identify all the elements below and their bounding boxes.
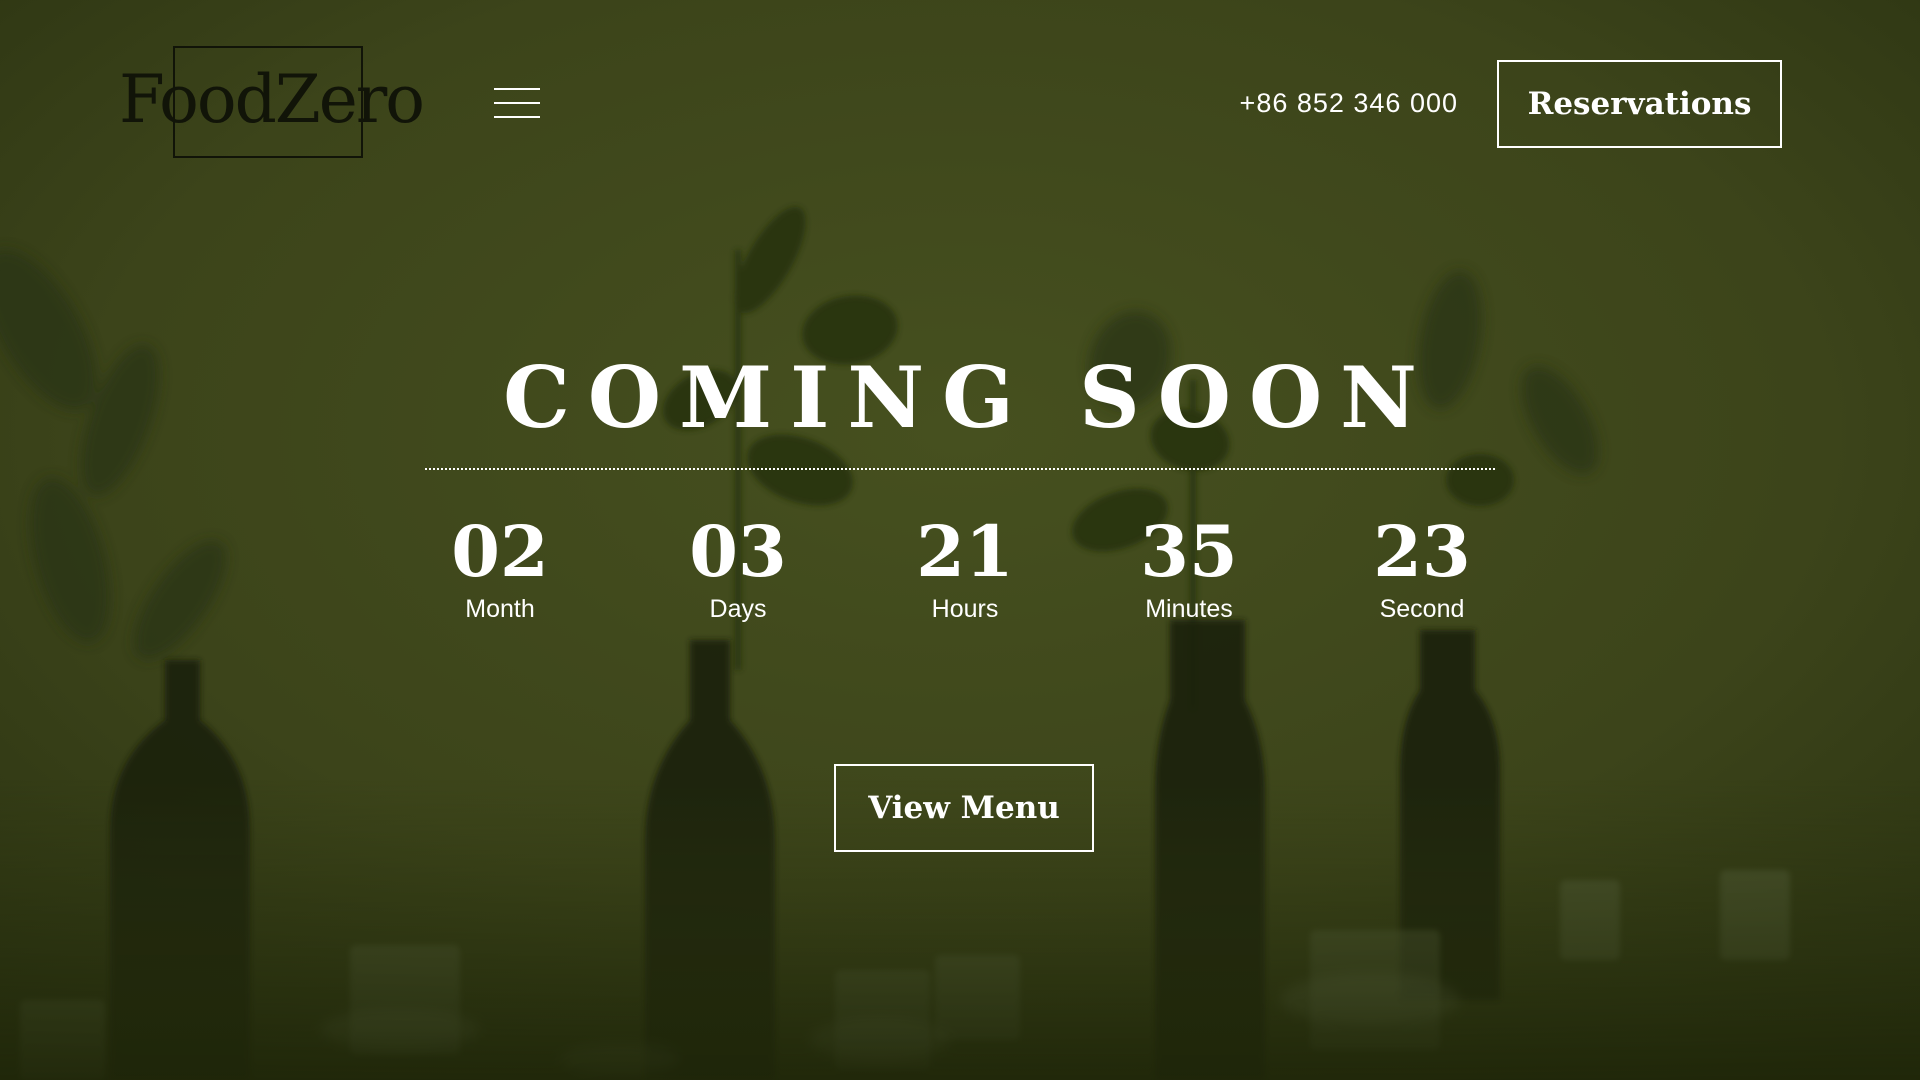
- countdown-days: 03 Days: [638, 510, 838, 624]
- countdown-label: Hours: [931, 595, 999, 623]
- countdown-second: 23 Second: [1322, 510, 1522, 624]
- countdown: 02 Month 03 Days 21 Hours 35 Minutes 23 …: [0, 510, 1920, 640]
- countdown-value: 23: [1373, 510, 1471, 593]
- countdown-label: Second: [1379, 595, 1465, 623]
- countdown-hours: 21 Hours: [865, 510, 1065, 624]
- countdown-value: 21: [916, 510, 1014, 593]
- view-menu-button[interactable]: View Menu: [834, 764, 1094, 852]
- phone-number[interactable]: +86 852 346 000: [1240, 86, 1458, 120]
- menu-line-top: [494, 88, 540, 90]
- countdown-label: Month: [465, 595, 535, 623]
- countdown-value: 02: [451, 510, 549, 593]
- reservations-button[interactable]: Reservations: [1497, 60, 1782, 148]
- dotted-divider: [425, 468, 1495, 470]
- countdown-value: 35: [1140, 510, 1238, 593]
- countdown-label: Days: [709, 595, 767, 623]
- logo-text: FoodZero: [118, 61, 425, 138]
- countdown-minutes: 35 Minutes: [1089, 510, 1289, 624]
- page-title: COMING SOON: [503, 348, 1435, 447]
- countdown-label: Minutes: [1145, 595, 1233, 623]
- hamburger-menu-icon[interactable]: [494, 86, 540, 120]
- countdown-month: 02 Month: [400, 510, 600, 624]
- logo[interactable]: FoodZero: [116, 46, 426, 160]
- menu-line-bottom: [494, 116, 540, 118]
- menu-line-middle: [494, 102, 540, 104]
- countdown-value: 03: [689, 510, 787, 593]
